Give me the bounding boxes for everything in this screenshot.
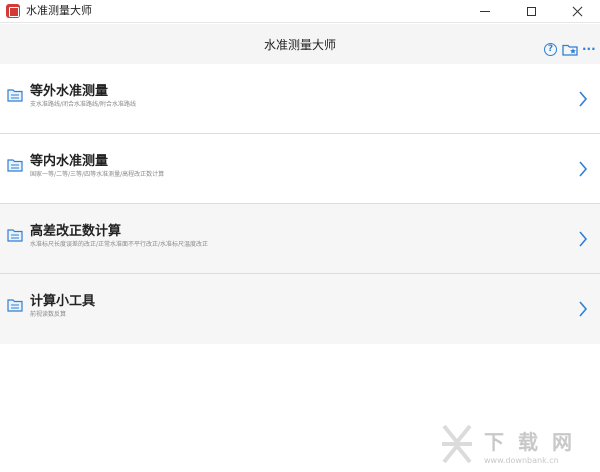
chevron-right-icon	[579, 161, 588, 177]
maximize-button[interactable]	[508, 0, 554, 23]
menu-item-internal-leveling[interactable]: 等内水准测量 国家一等/二等/三等/四等水准测量/高程改正数计算	[0, 134, 600, 204]
more-dots-icon[interactable]: ···	[582, 43, 596, 55]
app-header: 水准测量大师	[0, 24, 600, 64]
menu-item-title: 等外水准测量	[30, 84, 109, 99]
app-logo-icon	[6, 4, 20, 18]
chevron-right-icon	[579, 231, 588, 247]
maximize-icon	[526, 7, 536, 16]
minimize-button[interactable]	[462, 0, 508, 23]
folder-icon	[7, 299, 23, 312]
menu-item-title: 等内水准测量	[30, 154, 109, 169]
menu-item-subtitle: 水准标尺长度误差的改正/正常水准面不平行改正/水准标尺温度改正	[30, 241, 209, 248]
menu-item-subtitle: 国家一等/二等/三等/四等水准测量/高程改正数计算	[30, 171, 165, 178]
watermark: 下载网 www.downbank.cn	[430, 416, 600, 472]
close-icon	[572, 6, 583, 17]
watermark-text: 下载网	[484, 430, 586, 454]
window-titlebar: 水准测量大师	[0, 0, 600, 23]
folder-icon	[7, 89, 23, 102]
menu-item-external-leveling[interactable]: 等外水准测量 支水准路线/闭合水准路线/附合水准路线	[0, 64, 600, 134]
menu-list: 等外水准测量 支水准路线/闭合水准路线/附合水准路线 等内水准测量 国家一等/二…	[0, 64, 600, 344]
menu-item-subtitle: 支水准路线/闭合水准路线/附合水准路线	[30, 101, 137, 108]
folder-star-icon[interactable]	[562, 43, 578, 56]
menu-item-subtitle: 前视读数反算	[30, 311, 67, 318]
menu-item-title: 计算小工具	[30, 294, 96, 309]
window-title: 水准测量大师	[26, 4, 92, 17]
menu-item-calc-tools[interactable]: 计算小工具 前视读数反算	[0, 274, 600, 344]
chevron-right-icon	[579, 301, 588, 317]
page-title: 水准测量大师	[263, 38, 336, 52]
help-circle-icon[interactable]: ?	[544, 43, 557, 56]
folder-icon	[7, 159, 23, 172]
menu-item-height-correction[interactable]: 高差改正数计算 水准标尺长度误差的改正/正常水准面不平行改正/水准标尺温度改正	[0, 204, 600, 274]
folder-icon	[7, 229, 23, 242]
minimize-icon	[480, 11, 490, 12]
close-button[interactable]	[554, 0, 600, 23]
menu-item-title: 高差改正数计算	[30, 224, 122, 239]
watermark-url: www.downbank.cn	[484, 456, 559, 465]
chevron-right-icon	[579, 91, 588, 107]
watermark-logo-icon	[442, 424, 472, 464]
